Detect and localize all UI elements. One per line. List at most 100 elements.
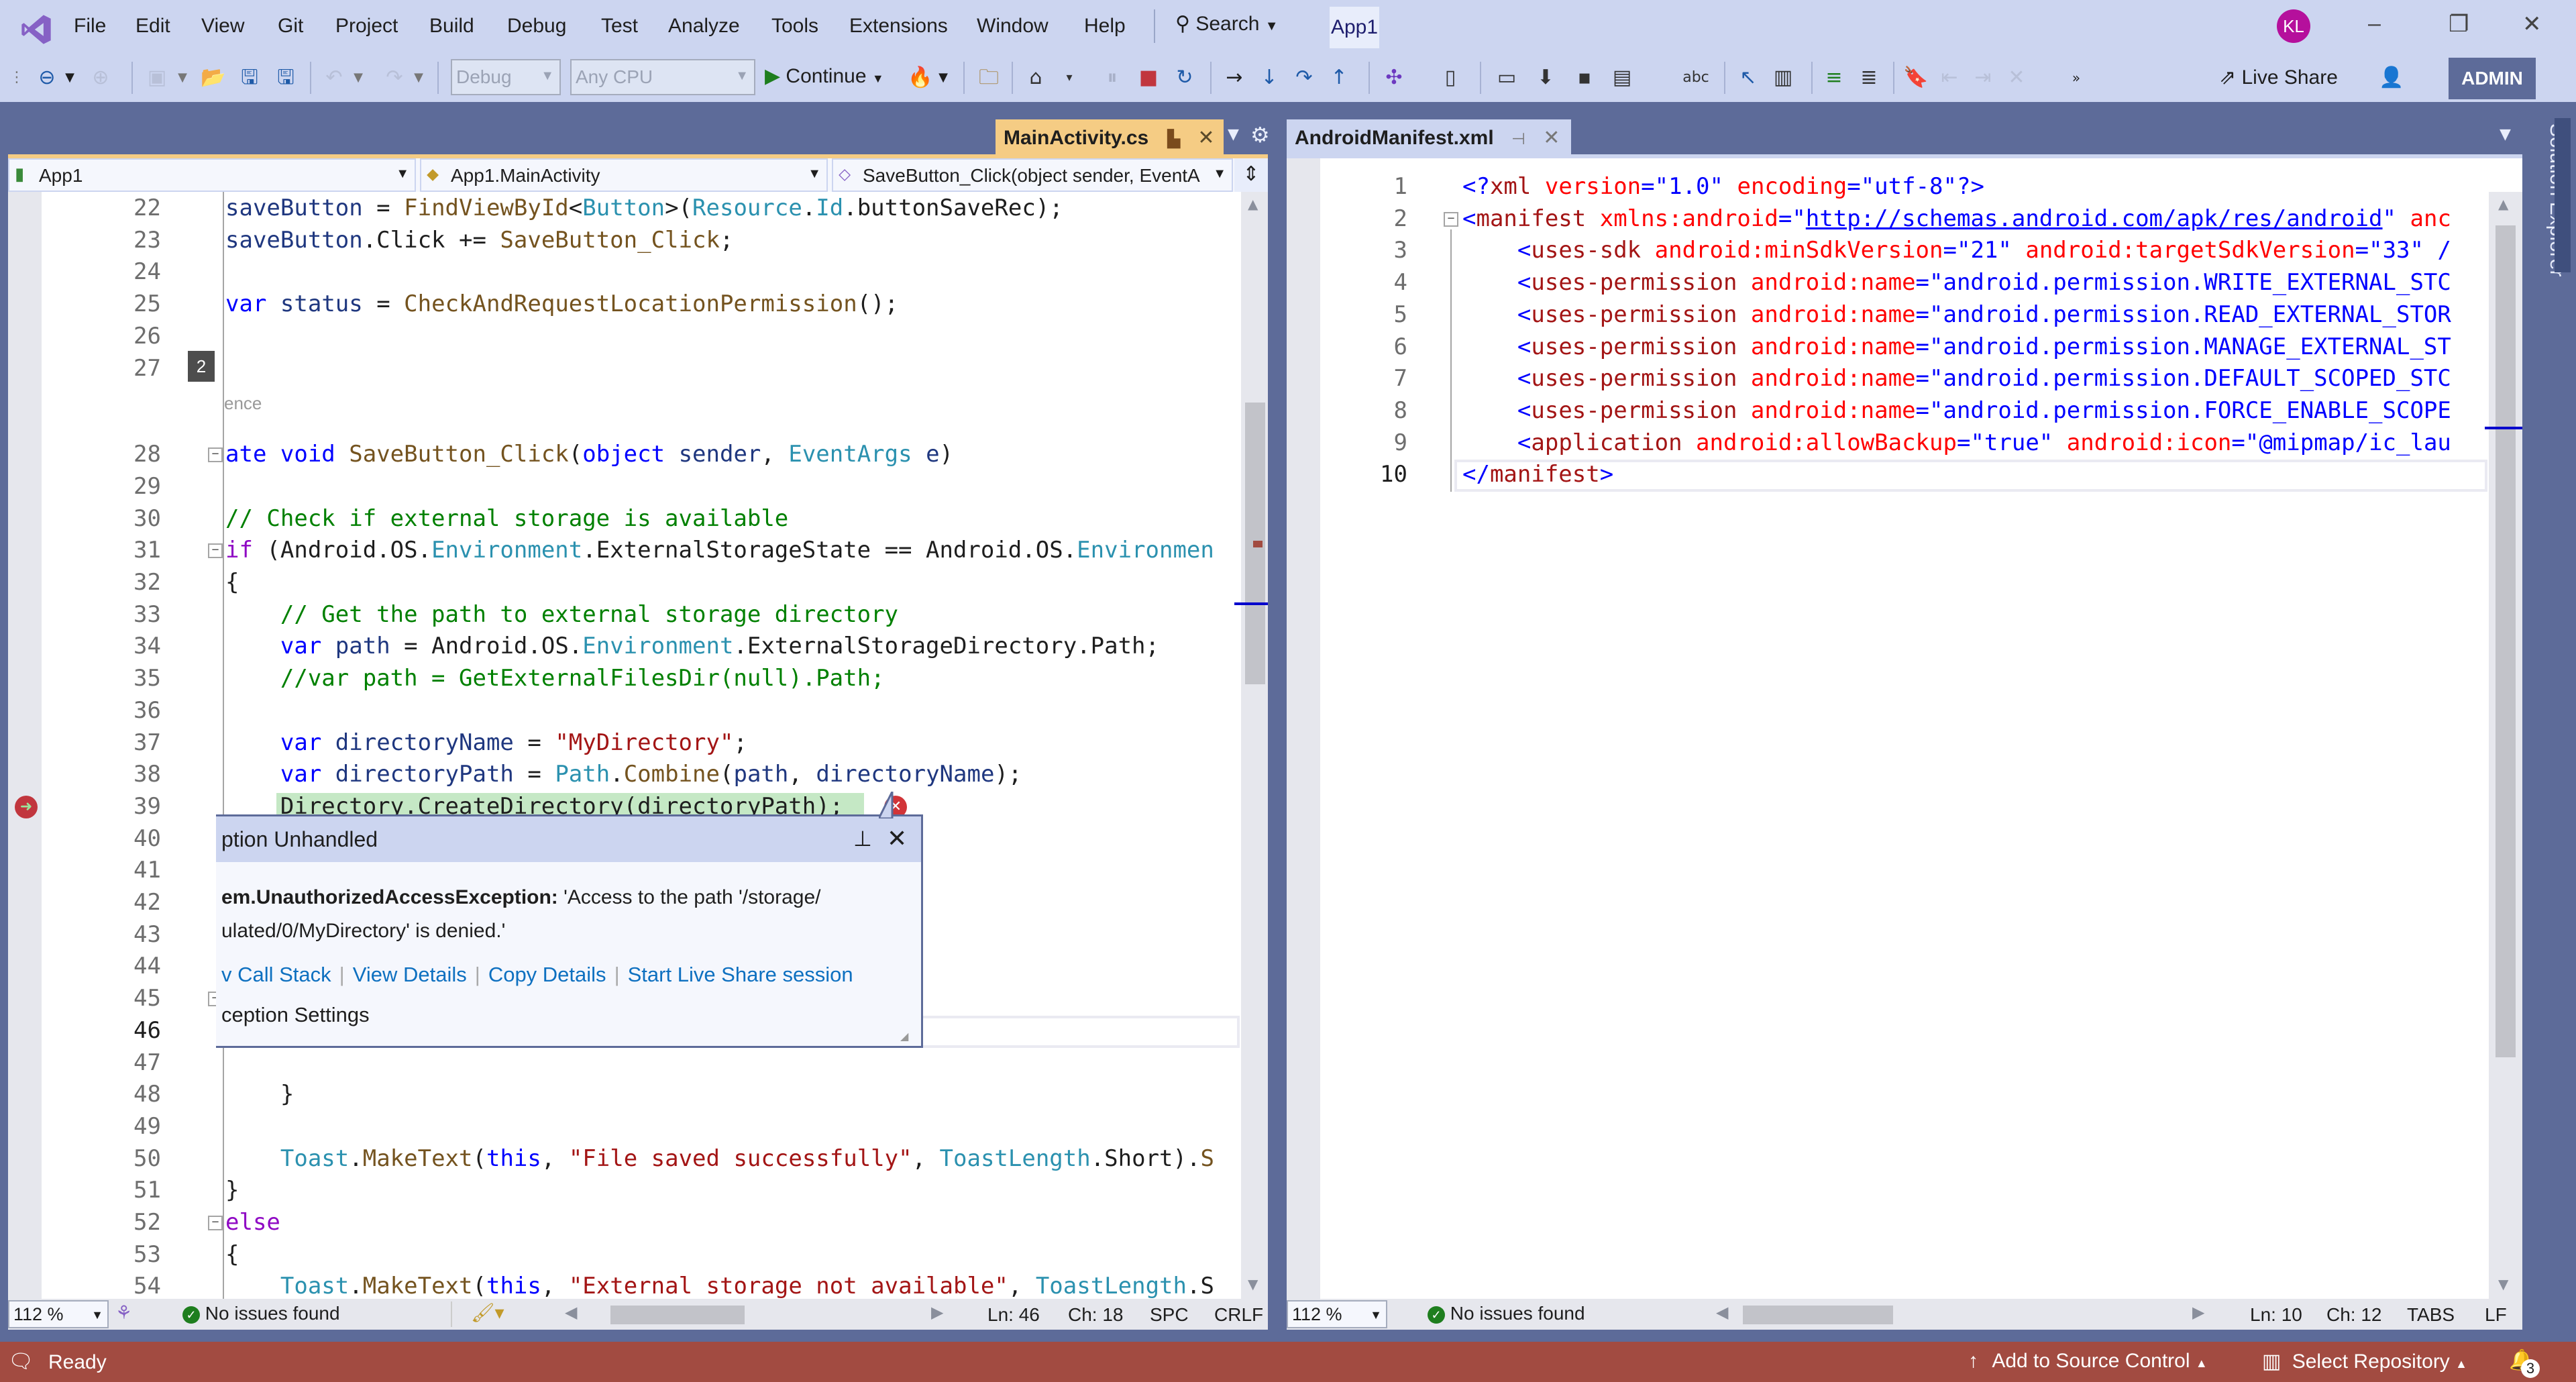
- code-line[interactable]: <manifest xmlns:android="http://schemas.…: [1462, 205, 2451, 232]
- code-line[interactable]: var path = Android.OS.Environment.Extern…: [225, 633, 1159, 659]
- horizontal-scroll-thumb[interactable]: [610, 1306, 745, 1324]
- code-line[interactable]: <uses-permission android:name="android.p…: [1462, 365, 2451, 392]
- menu-debug[interactable]: Debug: [507, 15, 566, 38]
- stop-debugging-icon[interactable]: ■: [1134, 63, 1163, 93]
- save-icon[interactable]: 🖫: [235, 63, 264, 93]
- scroll-up-arrow-icon[interactable]: ▲: [1248, 196, 1258, 212]
- code-line[interactable]: else: [225, 1209, 280, 1236]
- user-avatar[interactable]: KL: [2277, 9, 2310, 43]
- restart-icon[interactable]: ↻: [1170, 63, 1199, 93]
- application-window-icon[interactable]: ⌂: [1021, 63, 1051, 93]
- continue-button[interactable]: ▶ Continue ▼: [765, 64, 884, 88]
- redo-icon[interactable]: ↷: [380, 63, 409, 93]
- bookmark-icon[interactable]: 🔖: [1901, 63, 1931, 93]
- code-line[interactable]: var directoryName = "MyDirectory";: [225, 729, 747, 756]
- scroll-down-arrow-icon[interactable]: ▼: [2498, 1276, 2508, 1292]
- collapse-toggle-icon[interactable]: −: [208, 447, 223, 463]
- menu-project[interactable]: Project: [335, 15, 398, 38]
- collapse-toggle-icon[interactable]: −: [208, 1216, 223, 1231]
- menu-git[interactable]: Git: [278, 15, 303, 38]
- back-dropdown-icon[interactable]: ▼: [63, 63, 76, 93]
- line-indicator[interactable]: Ln: 10: [2250, 1304, 2302, 1326]
- toolbar-grip[interactable]: ⋮: [9, 63, 24, 93]
- menu-extensions[interactable]: Extensions: [849, 15, 948, 38]
- start-live-share-link[interactable]: Start Live Share session: [628, 963, 853, 986]
- copy-details-link[interactable]: Copy Details: [488, 963, 606, 986]
- code-line[interactable]: }: [225, 1177, 239, 1204]
- menu-view[interactable]: View: [201, 15, 244, 38]
- pin-tab-icon[interactable]: ⊣: [1511, 130, 1525, 148]
- code-line[interactable]: //var path = GetExternalFilesDir(null).P…: [225, 665, 885, 692]
- view-details-link[interactable]: View Details: [353, 963, 467, 986]
- next-bookmark-icon[interactable]: ⇥: [1968, 63, 1998, 93]
- indentation-indicator[interactable]: TABS: [2407, 1304, 2455, 1326]
- collapse-toggle-icon[interactable]: −: [1444, 211, 1458, 227]
- code-line[interactable]: <uses-sdk android:minSdkVersion="21" and…: [1462, 237, 2451, 264]
- indentation-indicator[interactable]: SPC: [1150, 1304, 1189, 1326]
- zoom-level-select[interactable]: 112 % ▼: [1287, 1300, 1387, 1328]
- solution-platform-select[interactable]: Any CPU ▼: [570, 59, 755, 95]
- hot-reload-icon[interactable]: 🔥: [906, 63, 935, 93]
- restore-button[interactable]: ❐: [2449, 11, 2469, 38]
- zoom-level-select[interactable]: 112 % ▼: [8, 1300, 109, 1328]
- device-manager-icon[interactable]: ▭: [1492, 63, 1521, 93]
- feedback-icon[interactable]: 👤: [2375, 63, 2408, 93]
- navigate-back-icon[interactable]: ⊖: [32, 63, 62, 93]
- code-line[interactable]: {: [225, 569, 239, 596]
- find-in-files-icon[interactable]: 🗀: [974, 63, 1004, 93]
- code-line[interactable]: Toast.MakeText(this, "File saved success…: [225, 1145, 1214, 1172]
- issues-indicator[interactable]: ✓ No issues found: [182, 1303, 340, 1324]
- indicator-margin[interactable]: [1287, 158, 1320, 1299]
- device-rotate-icon[interactable]: ▯: [1436, 63, 1465, 93]
- outdent-icon[interactable]: ≣: [1854, 63, 1884, 93]
- member-dropdown[interactable]: ⬦ SaveButton_Click(object sender, EventA…: [832, 158, 1233, 192]
- exception-settings-expander[interactable]: ception Settings: [221, 1003, 370, 1027]
- hot-reload-dropdown-icon[interactable]: ▼: [936, 63, 950, 93]
- spell-check-icon[interactable]: abc: [1681, 63, 1711, 93]
- solution-explorer-side-tab[interactable]: Solution Explorer: [2524, 118, 2571, 467]
- save-all-icon[interactable]: 🖫: [271, 63, 301, 93]
- diagnostic-tools-icon[interactable]: ✣: [1379, 63, 1409, 93]
- step-out-icon[interactable]: ↑: [1324, 63, 1354, 93]
- scroll-up-arrow-icon[interactable]: ▲: [2498, 196, 2508, 212]
- collapse-toggle-icon[interactable]: −: [208, 543, 223, 559]
- show-next-statement-icon[interactable]: →: [1220, 63, 1249, 93]
- step-into-icon[interactable]: ↓: [1254, 63, 1284, 93]
- new-dropdown-icon[interactable]: ▼: [176, 63, 189, 93]
- codelens-references[interactable]: ence: [224, 393, 262, 414]
- output-icon[interactable]: 🗨: [8, 1350, 34, 1373]
- menu-test[interactable]: Test: [601, 15, 638, 38]
- code-line[interactable]: ate void SaveButton_Click(object sender,…: [225, 441, 953, 468]
- project-dropdown[interactable]: ▮ App1 ▼: [8, 158, 416, 192]
- menu-window[interactable]: Window: [977, 15, 1049, 38]
- references-count-badge[interactable]: 2: [188, 350, 215, 382]
- code-line[interactable]: var status = CheckAndRequestLocationPerm…: [225, 290, 898, 317]
- select-repository-button[interactable]: ▥ Select Repository ▲: [2262, 1350, 2467, 1373]
- toolbar-overflow-icon[interactable]: »: [2066, 63, 2086, 93]
- type-dropdown[interactable]: ⬥ App1.MainActivity ▼: [420, 158, 828, 192]
- scroll-thumb[interactable]: [2496, 225, 2516, 1057]
- redo-dropdown-icon[interactable]: ▼: [412, 63, 425, 93]
- vertical-scrollbar[interactable]: ▲ ▼: [2489, 192, 2522, 1299]
- menu-tools[interactable]: Tools: [771, 15, 818, 38]
- settings-gear-icon[interactable]: ⚙: [1250, 122, 1270, 148]
- code-line[interactable]: <uses-permission android:name="android.p…: [1462, 269, 2451, 296]
- new-project-icon[interactable]: ▣: [142, 63, 172, 93]
- code-line[interactable]: Toast.MakeText(this, "External storage n…: [225, 1273, 1214, 1299]
- column-indicator[interactable]: Ch: 12: [2326, 1304, 2382, 1326]
- tab-androidmanifest-xml[interactable]: AndroidManifest.xml ⊣ ✕: [1287, 119, 1571, 157]
- toggle-comment-icon[interactable]: ▥: [1768, 63, 1798, 93]
- add-to-source-control-button[interactable]: ↑ Add to Source Control ▲: [1968, 1350, 2208, 1373]
- line-indicator[interactable]: Ln: 46: [987, 1304, 1040, 1326]
- navigate-forward-icon[interactable]: ⊕: [86, 63, 115, 93]
- tab-list-dropdown-icon[interactable]: ▼: [2500, 126, 2511, 143]
- select-element-icon[interactable]: ↖: [1733, 63, 1763, 93]
- code-line[interactable]: <uses-permission android:name="android.p…: [1462, 301, 2451, 328]
- show-call-stack-link[interactable]: v Call Stack: [221, 963, 331, 986]
- pin-icon[interactable]: ⊥: [853, 826, 872, 851]
- close-tab-icon[interactable]: ✕: [1197, 127, 1214, 149]
- code-line[interactable]: var directoryPath = Path.Combine(path, d…: [225, 761, 1022, 788]
- android-sdk-icon[interactable]: ⬇: [1531, 63, 1560, 93]
- step-over-icon[interactable]: ↷: [1289, 63, 1319, 93]
- previous-bookmark-icon[interactable]: ⇤: [1935, 63, 1964, 93]
